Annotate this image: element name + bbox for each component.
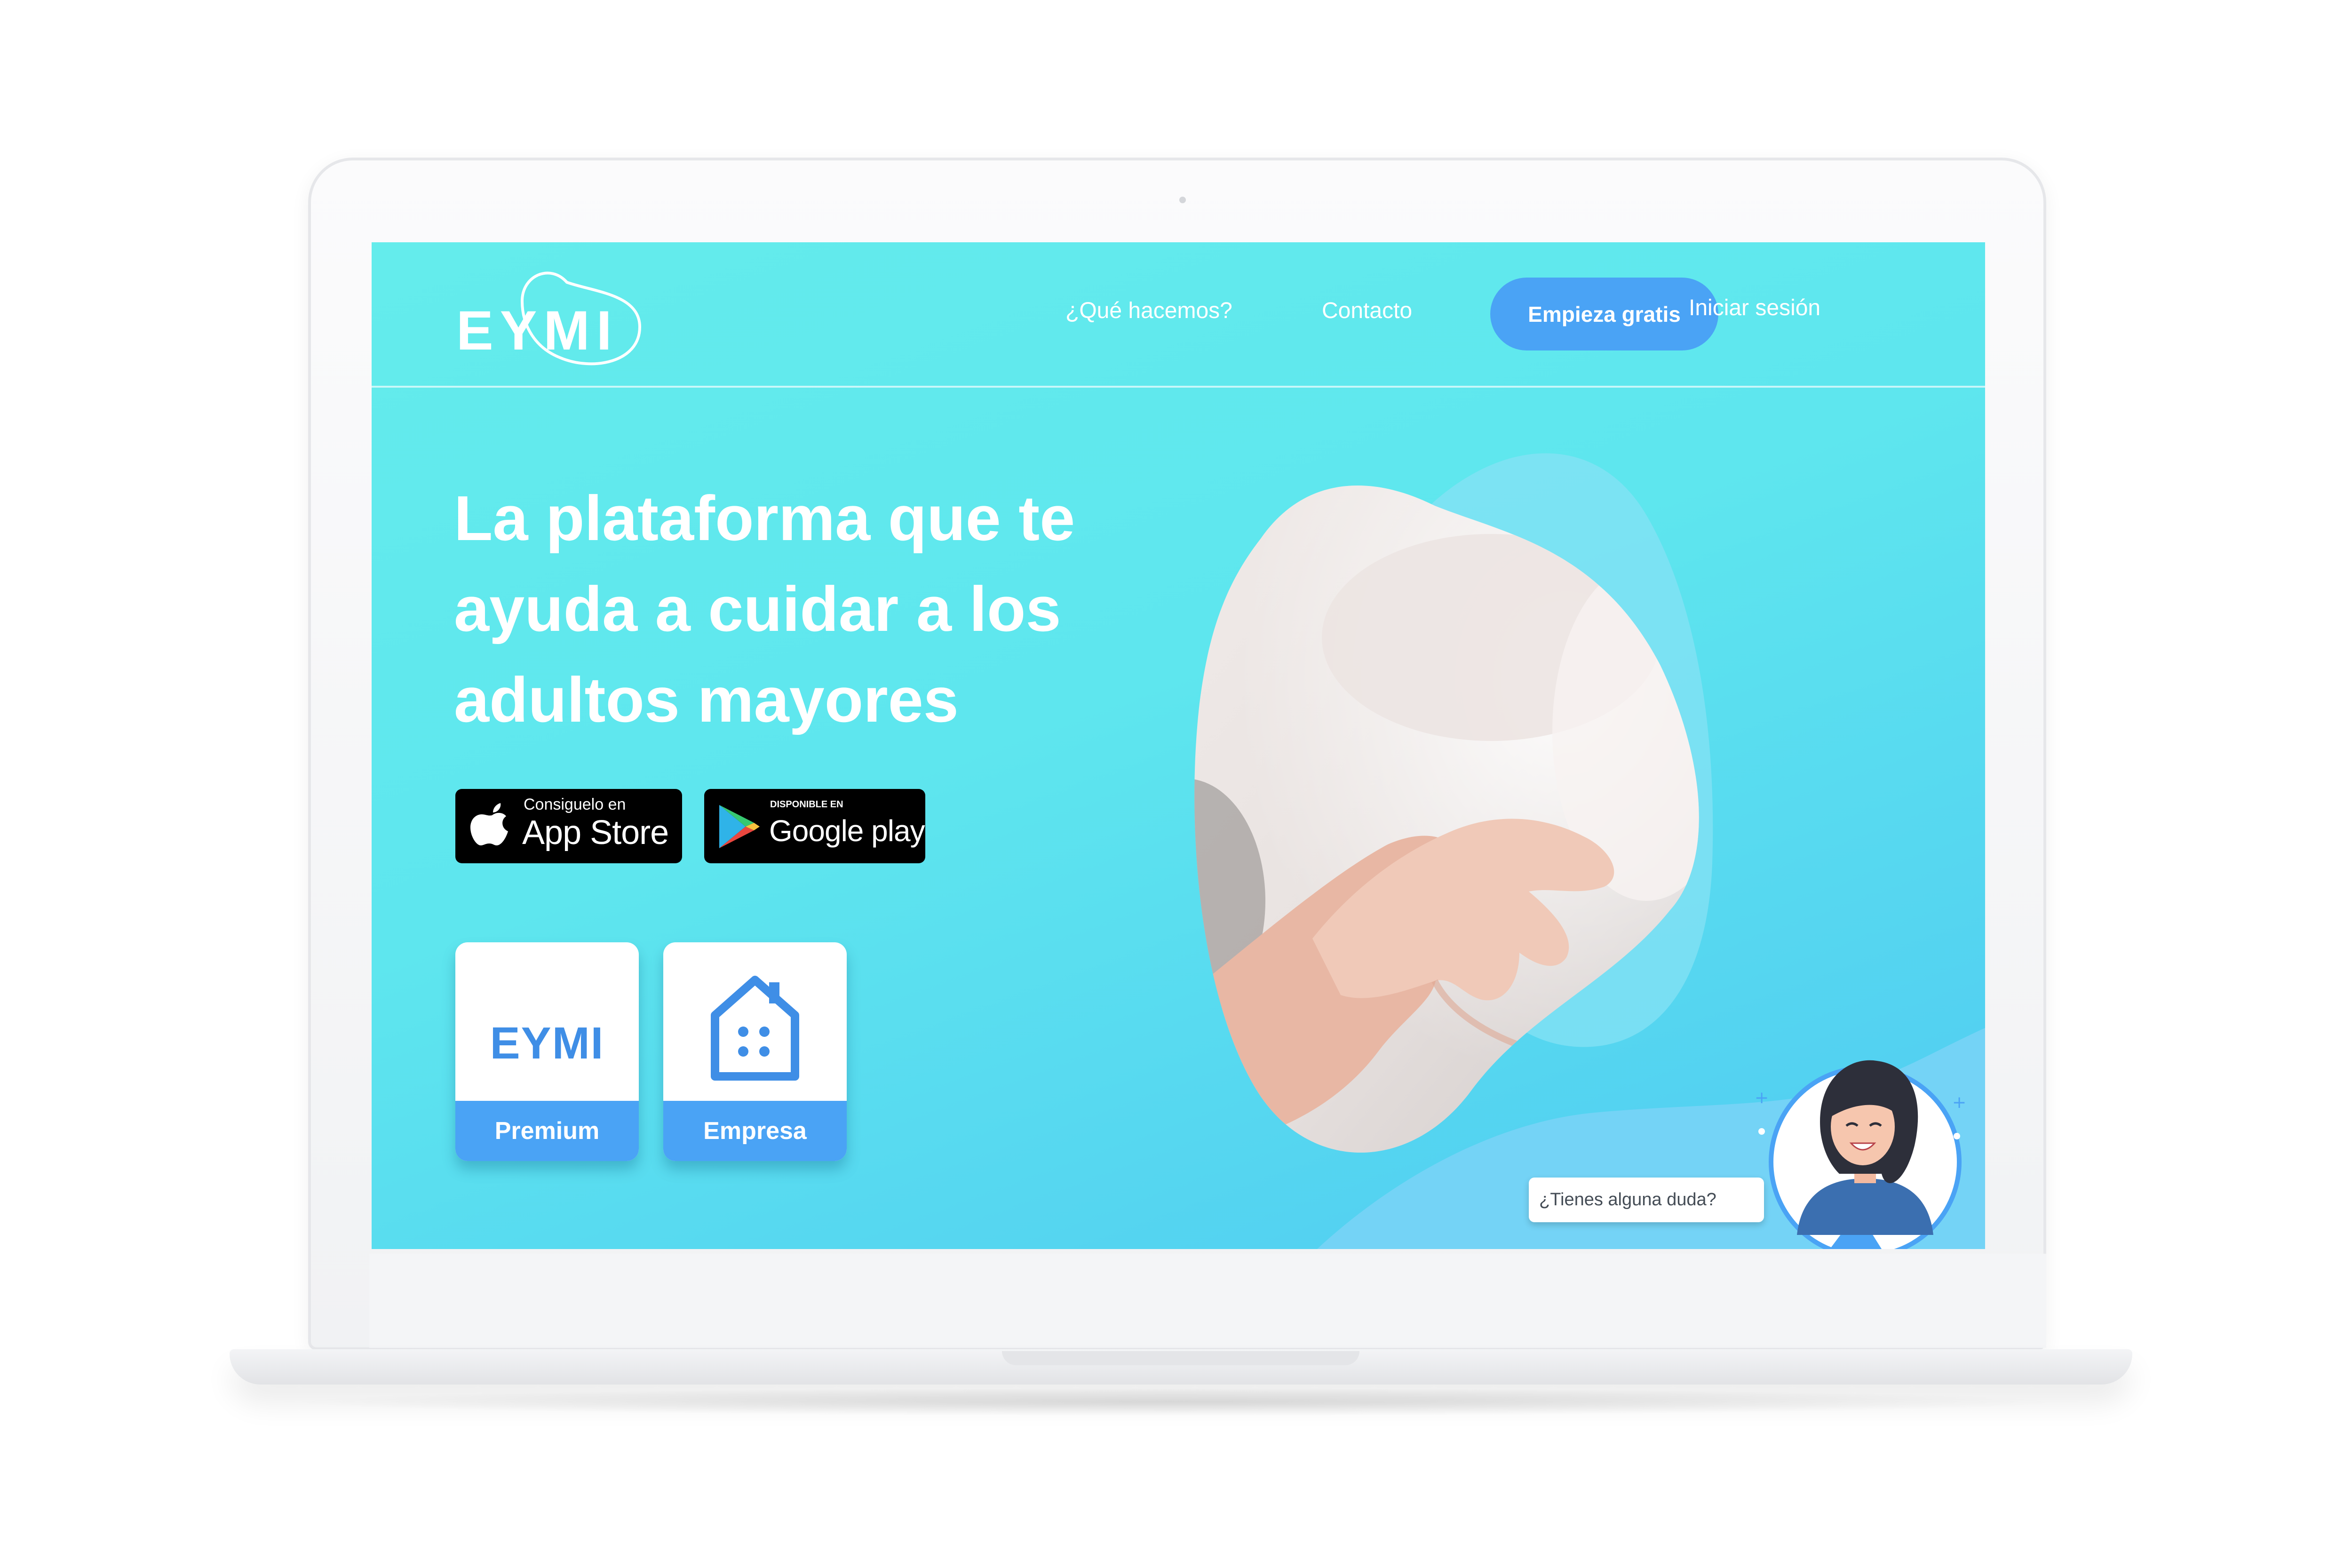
hero-title: La plataforma que te ayuda a cuidar a lo…: [454, 473, 1207, 745]
laptop-notch: [1002, 1351, 1359, 1365]
start-free-button[interactable]: Empieza gratis: [1490, 278, 1718, 350]
google-play-label: Google play: [769, 814, 925, 848]
chat-prompt-bubble[interactable]: ¿Tienes alguna duda?: [1529, 1178, 1764, 1222]
hero-title-line: ayuda a cuidar a los: [454, 573, 1061, 645]
brand-name: EYMI: [456, 300, 619, 362]
app-store-badge[interactable]: Consiguelo en App Store: [455, 789, 682, 863]
brand-logo[interactable]: EYMI: [452, 256, 649, 374]
laptop-shadow: [282, 1388, 2070, 1416]
hero-title-line: adultos mayores: [454, 664, 959, 735]
google-play-icon: [719, 805, 760, 848]
navbar: EYMI ¿Qué hacemos? Contacto Empieza grat…: [372, 242, 1985, 388]
hero-visual: + +: [1194, 453, 1985, 1249]
website-screen: EYMI ¿Qué hacemos? Contacto Empieza grat…: [372, 242, 1985, 1249]
app-store-caption: Consiguelo en: [524, 796, 626, 813]
google-play-badge[interactable]: DISPONIBLE EN Google play: [704, 789, 925, 863]
empresa-card[interactable]: Empresa: [663, 942, 847, 1161]
svg-text:+: +: [1952, 1093, 1966, 1112]
premium-card[interactable]: EYMI Premium: [455, 942, 639, 1161]
laptop-bezel-bottom: [369, 1254, 2046, 1348]
webcam: [1179, 197, 1186, 203]
svg-text:+: +: [1755, 1088, 1769, 1107]
hero-title-line: La plataforma que te: [454, 483, 1075, 554]
empresa-card-label: Empresa: [663, 1101, 847, 1161]
app-store-label: App Store: [522, 814, 669, 852]
google-play-caption: DISPONIBLE EN: [770, 799, 843, 810]
building-icon: [711, 976, 799, 1081]
premium-card-logo: EYMI: [490, 1018, 604, 1068]
nav-link-about[interactable]: ¿Qué hacemos?: [1065, 298, 1232, 324]
apple-icon: [470, 803, 508, 845]
nav-link-login[interactable]: Iniciar sesión: [1689, 295, 1820, 321]
nav-link-contact[interactable]: Contacto: [1322, 298, 1412, 324]
premium-card-label: Premium: [455, 1101, 639, 1161]
